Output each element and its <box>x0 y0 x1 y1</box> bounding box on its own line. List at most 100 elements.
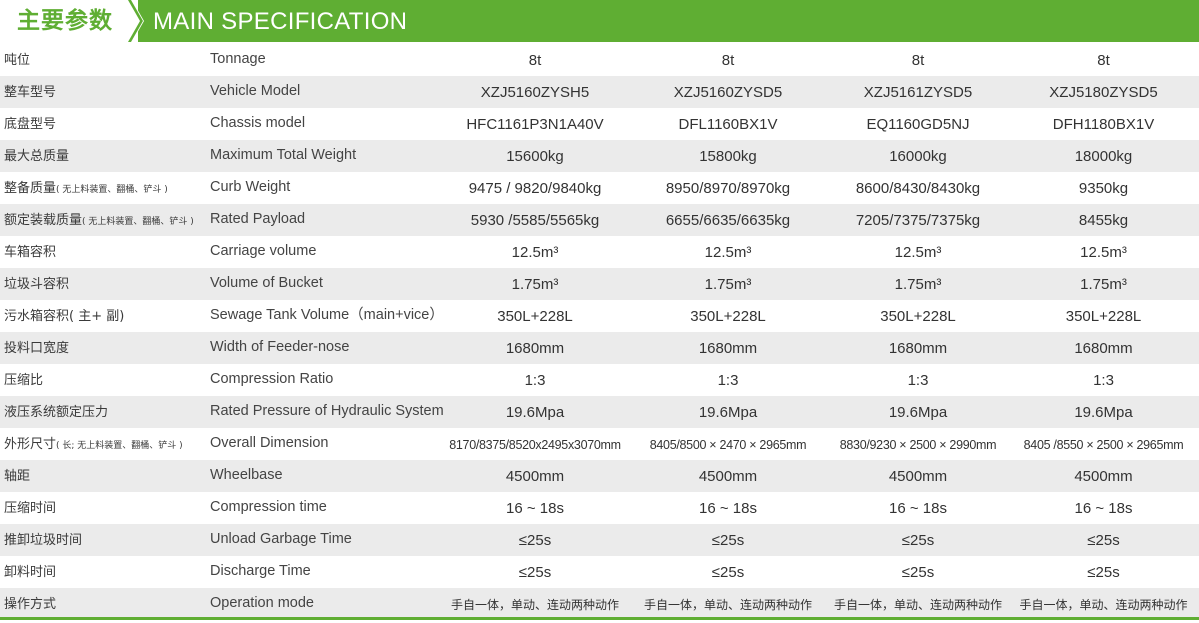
row-label-en: Operation mode <box>210 595 314 611</box>
row-label-cn-text: 卸料时间 <box>4 565 57 580</box>
row-label-cn-text: 液压系统额定压力 <box>4 405 109 420</box>
row-label-cn: 污水箱容积( 主+ 副) <box>4 300 204 332</box>
spec-value: 1680mm <box>1074 340 1133 357</box>
spec-value: 16 ~ 18s <box>1074 500 1133 517</box>
row-label-en: Width of Feeder-nose <box>210 339 350 355</box>
spec-value: 15800kg <box>699 148 757 165</box>
spec-value: XZJ5160ZYSD5 <box>673 84 783 101</box>
spec-value: 手自一体，单动、连动两种动作 <box>1019 598 1188 612</box>
spec-value: 6655/6635/6635kg <box>665 212 791 229</box>
spec-value: 8t <box>721 52 735 69</box>
spec-value: 1.75m³ <box>511 276 559 293</box>
table-row: 卸料时间 Discharge Time ≤25s ≤25s ≤25s ≤25s <box>0 556 1199 588</box>
spec-value: 16 ~ 18s <box>889 500 947 517</box>
spec-value: 19.6Mpa <box>1074 404 1133 421</box>
spec-value: 1680mm <box>505 340 565 357</box>
row-label-en: Volume of Bucket <box>210 275 323 291</box>
spec-value: 8600/8430/8430kg <box>855 180 981 197</box>
spec-value: 4500mm <box>1074 468 1133 485</box>
spec-value: 19.6Mpa <box>698 404 758 421</box>
row-label-cn: 投料口宽度 <box>4 332 204 364</box>
row-label-cn-text: 垃圾斗容积 <box>4 277 70 292</box>
spec-value: 9475 / 9820/9840kg <box>468 180 602 197</box>
row-label-note: ( 无上料装置、翻桶、铲斗 ) <box>56 185 168 195</box>
row-label-cn-text: 污水箱容积( 主+ 副) <box>4 309 125 324</box>
spec-value: 12.5m³ <box>511 244 559 261</box>
spec-value: 手自一体，单动、连动两种动作 <box>450 598 619 612</box>
row-label-cn-text: 轴距 <box>4 469 31 484</box>
row-label-cn-text: 推卸垃圾时间 <box>4 533 83 548</box>
row-label-note: ( 长; 无上料装置、翻桶、铲斗 ) <box>56 441 183 451</box>
table-row: 最大总质量 Maximum Total Weight 15600kg 15800kg 1… <box>0 140 1199 172</box>
spec-value: 1:3 <box>1093 372 1114 389</box>
row-label-cn: 最大总质量 <box>4 140 204 172</box>
table-row: 垃圾斗容积 Volume of Bucket 1.75m³ 1.75m³ 1.75m³ 1… <box>0 268 1199 300</box>
spec-value: EQ1160GD5NJ <box>866 116 970 133</box>
header-title-en: MAIN SPECIFICATION <box>153 8 408 35</box>
spec-value: XZJ5161ZYSD5 <box>863 84 973 101</box>
spec-value: ≤25s <box>1087 564 1120 581</box>
table-row: 压缩比 Compression Ratio 1:3 1:3 1:3 1:3 <box>0 364 1199 396</box>
row-label-cn-text: 最大总质量 <box>4 149 70 164</box>
row-label-cn-text: 压缩比 <box>4 373 44 388</box>
row-label-en: Sewage Tank Volume（main+vice） <box>210 307 444 323</box>
spec-value: 1:3 <box>717 372 739 389</box>
row-label-cn: 压缩比 <box>4 364 204 396</box>
table-row: 操作方式 Operation mode 手自一体，单动、连动两种动作 手自一体，单动、… <box>0 588 1199 620</box>
spec-value: XZJ5160ZYSH5 <box>480 84 590 101</box>
section-header: 主要参数 MAIN SPECIFICATION <box>0 0 1199 42</box>
row-label-en: Overall Dimension <box>210 435 329 451</box>
row-label-cn: 车箱容积 <box>4 236 204 268</box>
spec-value: 1680mm <box>698 340 758 357</box>
row-label-cn-text: 额定装载质量 <box>4 213 83 228</box>
row-label-cn-text: 操作方式 <box>4 597 57 612</box>
row-label-en: Chassis model <box>210 115 306 131</box>
spec-value: ≤25s <box>901 532 935 549</box>
spec-value: 1.75m³ <box>894 276 942 293</box>
row-label-cn-text: 吨位 <box>4 53 31 68</box>
spec-value: ≤25s <box>711 532 745 549</box>
spec-value: 12.5m³ <box>704 244 752 261</box>
spec-value: 4500mm <box>698 468 758 485</box>
spec-value: 1680mm <box>888 340 948 357</box>
spec-value: 1:3 <box>907 372 929 389</box>
spec-value: 15600kg <box>506 148 564 165</box>
row-label-cn-text: 底盘型号 <box>4 117 57 132</box>
row-label-en: Compression Ratio <box>210 371 334 387</box>
table-row: 压缩时间 Compression time 16 ~ 18s 16 ~ 18s 16 ~… <box>0 492 1199 524</box>
row-label-cn: 轴距 <box>4 460 204 492</box>
row-label-cn: 压缩时间 <box>4 492 204 524</box>
table-row: 底盘型号 Chassis model HFC1161P3N1A40V DFL1160B… <box>0 108 1199 140</box>
row-label-en: Carriage volume <box>210 243 317 259</box>
row-label-cn: 整车型号 <box>4 76 204 108</box>
spec-value: 19.6Mpa <box>505 404 565 421</box>
spec-value: ≤25s <box>711 564 745 581</box>
spec-value: 16 ~ 18s <box>506 500 564 517</box>
spec-value: ≤25s <box>518 564 552 581</box>
spec-value: 350L+228L <box>1065 308 1142 325</box>
spec-value: 8t <box>528 52 542 69</box>
spec-value: 5930 /5585/5565kg <box>470 212 600 229</box>
table-row: 外形尺寸( 长; 无上料装置、翻桶、铲斗 ) Overall Dimension 8… <box>0 428 1199 460</box>
spec-table: 吨位 Tonnage 8t 8t 8t 8t 整车型号 Vehicle Model XZJ516… <box>0 44 1199 620</box>
row-label-cn: 垃圾斗容积 <box>4 268 204 300</box>
table-row: 整备质量( 无上料装置、翻桶、铲斗 ) Curb Weight 9475 / 982… <box>0 172 1199 204</box>
spec-value: 1.75m³ <box>1080 276 1127 293</box>
spec-value: 手自一体，单动、连动两种动作 <box>643 598 812 612</box>
spec-value: 4500mm <box>505 468 565 485</box>
table-row: 额定装载质量( 无上料装置、翻桶、铲斗 ) Rated Payload 5930 /… <box>0 204 1199 236</box>
spec-value: 16000kg <box>889 148 947 165</box>
row-label-cn: 液压系统额定压力 <box>4 396 204 428</box>
row-label-en: Discharge Time <box>210 563 311 579</box>
table-row: 液压系统额定压力 Rated Pressure of Hydraulic Syst… <box>0 396 1199 428</box>
table-row: 轴距 Wheelbase 4500mm 4500mm 4500mm 4500mm <box>0 460 1199 492</box>
row-label-cn: 外形尺寸( 长; 无上料装置、翻桶、铲斗 ) <box>4 428 204 460</box>
row-label-cn-text: 车箱容积 <box>4 245 57 260</box>
row-label-cn: 卸料时间 <box>4 556 204 588</box>
row-label-cn-text: 整备质量 <box>4 181 57 196</box>
row-label-en: Maximum Total Weight <box>210 147 357 163</box>
spec-value: 9350kg <box>1078 180 1129 197</box>
spec-value: ≤25s <box>518 532 552 549</box>
spec-value: 手自一体，单动、连动两种动作 <box>833 598 1002 612</box>
spec-value: DFL1160BX1V <box>678 116 778 133</box>
